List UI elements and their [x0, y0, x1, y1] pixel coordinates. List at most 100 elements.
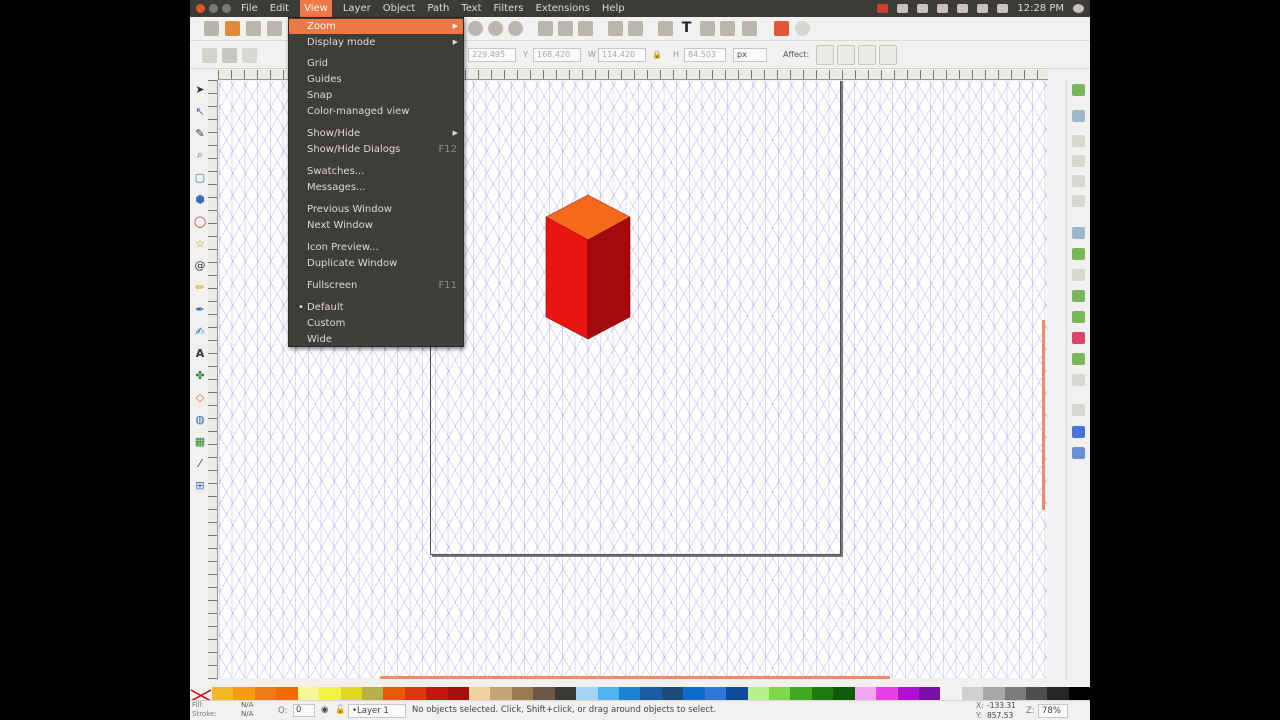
palette-swatch[interactable]	[918, 687, 941, 700]
snap-intersection-icon[interactable]	[1072, 269, 1085, 281]
snap-rotation-center-icon[interactable]	[1072, 374, 1085, 386]
eraser-tool-icon[interactable]: ◇	[193, 390, 207, 404]
palette-swatch[interactable]	[254, 687, 277, 700]
cloud-icon[interactable]	[897, 4, 909, 13]
spiral-tool-icon[interactable]: @	[193, 258, 207, 272]
palette-swatch[interactable]	[426, 687, 448, 700]
pencil-tool-icon[interactable]: ✏	[193, 280, 207, 294]
menu-edit[interactable]: Edit	[269, 0, 290, 17]
palette-swatch[interactable]	[1047, 687, 1069, 700]
mail-icon[interactable]	[977, 4, 989, 13]
snap-bbox-corner-icon[interactable]	[1072, 155, 1085, 167]
palette-swatch[interactable]	[276, 687, 298, 700]
spray-tool-icon[interactable]: ✤	[193, 368, 207, 382]
network-icon[interactable]	[917, 4, 929, 13]
no-paint-icon[interactable]	[190, 687, 212, 702]
node-tool-icon[interactable]: ↖	[193, 104, 207, 118]
palette-swatch[interactable]	[683, 687, 705, 700]
view-menu-item-zoom[interactable]: Zoom ▶	[289, 19, 463, 34]
select-all-icon[interactable]	[202, 48, 217, 63]
fill-indicator[interactable]: N/A	[241, 701, 253, 709]
view-menu-item-previous-window[interactable]: Previous Window	[289, 202, 463, 217]
palette-swatch[interactable]	[233, 687, 255, 700]
selector-tool-icon[interactable]: ➤	[193, 82, 207, 96]
menu-file[interactable]: File	[240, 0, 259, 17]
opacity-field[interactable]: 0	[293, 704, 315, 717]
volume-icon[interactable]	[997, 4, 1009, 13]
star-tool-icon[interactable]: ☆	[193, 236, 207, 250]
unlink-clone-icon[interactable]	[578, 21, 593, 36]
palette-swatch[interactable]	[983, 687, 1005, 700]
menu-layer[interactable]: Layer	[342, 0, 372, 17]
palette-swatch[interactable]	[940, 687, 962, 700]
deselect-icon[interactable]	[242, 48, 257, 63]
ungroup-icon[interactable]	[628, 21, 643, 36]
palette-swatch[interactable]	[383, 687, 405, 700]
scale-stroke-toggle[interactable]	[816, 45, 834, 65]
palette-swatch[interactable]	[833, 687, 855, 700]
scale-corners-toggle[interactable]	[837, 45, 855, 65]
tweak-tool-icon[interactable]: ✎	[193, 126, 207, 140]
new-document-icon[interactable]	[204, 21, 219, 36]
connector-tool-icon[interactable]: ⊞	[193, 478, 207, 492]
lock-icon[interactable]: 🔒	[652, 50, 662, 59]
palette-swatch[interactable]	[726, 687, 748, 700]
view-menu-item-default[interactable]: Default •	[289, 300, 463, 315]
xml-editor-icon[interactable]	[720, 21, 735, 36]
palette-swatch[interactable]	[811, 687, 834, 700]
view-menu-item-fullscreen[interactable]: Fullscreen F11	[289, 278, 463, 293]
pen-tool-icon[interactable]: ✒	[193, 302, 207, 316]
fill-stroke-icon[interactable]	[658, 21, 673, 36]
palette-swatch[interactable]	[319, 687, 341, 700]
palette-swatch[interactable]	[854, 687, 877, 700]
view-menu-item-snap[interactable]: Snap	[289, 88, 463, 103]
vertical-scrollbar[interactable]	[1042, 320, 1045, 510]
horizontal-scrollbar[interactable]	[380, 676, 890, 679]
palette-swatch[interactable]	[1068, 687, 1090, 700]
calligraphy-tool-icon[interactable]: ✍	[193, 324, 207, 338]
view-menu-item-swatches[interactable]: Swatches...	[289, 164, 463, 179]
transform-patterns-toggle[interactable]	[879, 45, 897, 65]
text-font-icon[interactable]: T	[679, 21, 694, 36]
view-menu-item-color-managed-view[interactable]: Color-managed view	[289, 104, 463, 119]
view-menu-item-next-window[interactable]: Next Window	[289, 218, 463, 233]
snap-page-border-icon[interactable]	[1072, 404, 1085, 416]
menu-view[interactable]: View	[300, 0, 332, 17]
open-file-icon[interactable]	[225, 21, 240, 36]
palette-swatch[interactable]	[554, 687, 577, 700]
view-menu-item-messages[interactable]: Messages...	[289, 180, 463, 195]
snap-midpoint-icon[interactable]	[1072, 332, 1085, 344]
palette-swatch[interactable]	[490, 687, 512, 700]
palette-swatch[interactable]	[340, 687, 362, 700]
stroke-indicator[interactable]: N/A	[241, 710, 253, 718]
view-menu-item-grid[interactable]: Grid	[289, 56, 463, 71]
view-menu-item-custom[interactable]: Custom	[289, 316, 463, 331]
palette-swatch[interactable]	[212, 687, 234, 700]
zoom-out-icon[interactable]	[488, 21, 503, 36]
palette-swatch[interactable]	[619, 687, 641, 700]
print-icon[interactable]	[267, 21, 282, 36]
battery-icon[interactable]	[957, 4, 969, 13]
window-close-icon[interactable]	[196, 4, 205, 13]
palette-swatch[interactable]	[469, 687, 491, 700]
snap-smooth-icon[interactable]	[1072, 311, 1085, 323]
paint-bucket-tool-icon[interactable]: ◍	[193, 412, 207, 426]
snap-bbox-midpoint-icon[interactable]	[1072, 175, 1085, 187]
menu-text[interactable]: Text	[460, 0, 482, 17]
menu-extensions[interactable]: Extensions	[535, 0, 591, 17]
snap-grid-icon[interactable]	[1072, 426, 1085, 438]
view-menu-item-guides[interactable]: Guides	[289, 72, 463, 87]
layers-icon[interactable]	[700, 21, 715, 36]
palette-swatch[interactable]	[533, 687, 555, 700]
snap-toggle-icon[interactable]	[1072, 84, 1085, 96]
clock[interactable]: 12:28 PM	[1017, 3, 1064, 14]
palette-swatch[interactable]	[297, 687, 320, 700]
palette-swatch[interactable]	[897, 687, 919, 700]
snap-bbox-edge-icon[interactable]	[1072, 135, 1085, 147]
notification-icon[interactable]	[877, 4, 889, 13]
view-menu-item-show-hide-dialogs[interactable]: Show/Hide Dialogs F12	[289, 142, 463, 157]
palette-swatch[interactable]	[361, 687, 384, 700]
width-field[interactable]: 114.420	[598, 48, 646, 62]
view-menu-item-icon-preview[interactable]: Icon Preview...	[289, 240, 463, 255]
window-maximize-icon[interactable]	[222, 4, 231, 13]
